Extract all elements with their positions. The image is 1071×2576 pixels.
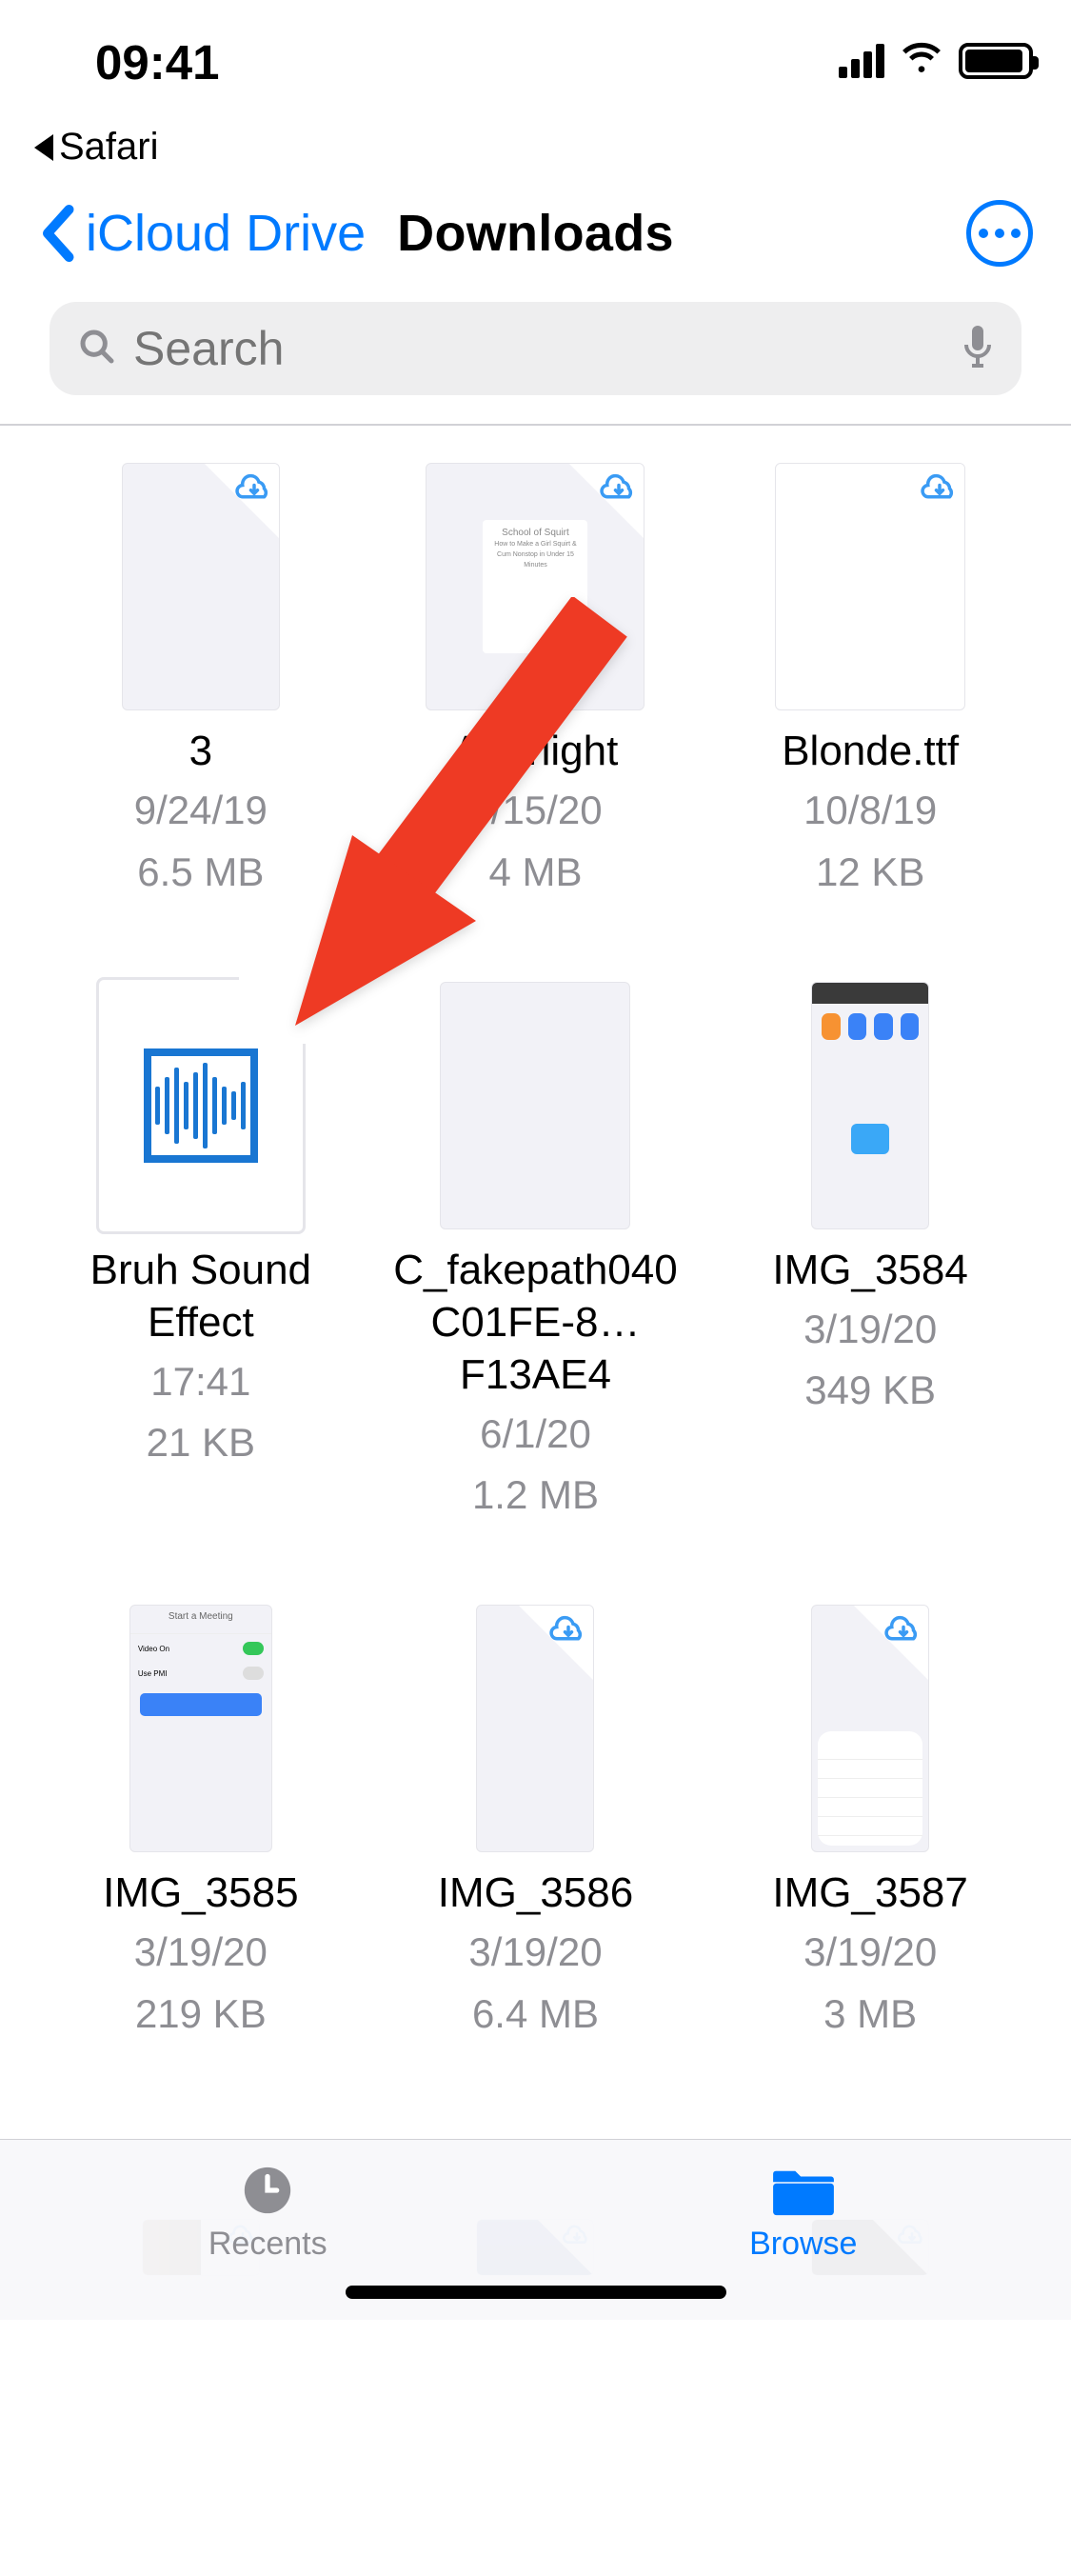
file-name: Blonde.ttf [782,725,959,777]
chevron-left-icon [38,205,76,262]
page-title: Downloads [397,204,674,263]
file-date: 6/1/20 [480,1407,591,1463]
search-field[interactable] [50,302,1021,395]
file-date: 17:41 [150,1354,250,1410]
clock-icon [233,2163,302,2218]
file-name: C_fakepath040C01FE-8…F13AE4 [392,1244,678,1401]
tab-label: Recents [208,2226,327,2263]
file-date: 3/19/20 [803,1302,937,1358]
back-app-label: Safari [59,126,159,169]
file-name: IMG_3586 [438,1867,633,1919]
file-size: 219 KB [135,1987,267,2043]
status-right [839,34,1033,83]
file-size: 3 MB [823,1987,917,2043]
cloud-download-icon [204,463,280,539]
file-size: 6.5 MB [137,845,264,901]
back-label: iCloud Drive [86,204,366,263]
file-size: 21 KB [147,1415,255,1471]
file-date: 3/19/20 [468,1925,602,1981]
back-to-app-button[interactable]: Safari [0,126,1071,176]
file-name: IMG_3584 [772,1244,967,1296]
back-button[interactable]: iCloud Drive [38,204,366,263]
home-indicator[interactable] [346,2286,726,2299]
file-size: 6.4 MB [472,1987,599,2043]
file-date: 3/19/20 [134,1925,268,1981]
file-item[interactable]: Blonde.ttf 10/8/19 12 KB [707,458,1033,901]
microphone-icon[interactable] [962,324,993,374]
cloud-download-icon [853,1605,929,1681]
file-name: IMG_3587 [772,1867,967,1919]
file-date: 3/19/20 [803,1925,937,1981]
file-name: 3 [189,725,212,777]
folder-icon [769,2163,838,2218]
cloud-download-icon [568,463,645,539]
file-date: 9/24/19 [134,783,268,839]
battery-icon [959,43,1033,79]
status-time: 09:41 [38,34,219,90]
file-size: 349 KB [804,1363,936,1419]
file-name: Bruh Sound Effect [58,1244,344,1348]
tab-bar: Recents Browse [0,2139,1071,2320]
cellular-icon [839,44,884,78]
back-triangle-icon [34,134,53,161]
cloud-download-icon [889,463,965,539]
file-name: IMG_3585 [103,1867,298,1919]
file-item[interactable]: IMG_3584 3/19/20 349 KB [707,977,1033,1525]
wifi-icon [902,38,942,83]
file-item[interactable]: IMG_3587 3/19/20 3 MB [707,1600,1033,2043]
tab-label: Browse [749,2226,857,2263]
more-options-button[interactable] [966,200,1033,267]
file-size: 12 KB [816,845,924,901]
file-size: 1.2 MB [472,1468,599,1524]
file-item[interactable]: Start a Meeting Video On Use PMI IMG_358… [38,1600,364,2043]
search-container [0,290,1071,424]
file-date: 10/8/19 [803,783,937,839]
file-item[interactable]: IMG_3586 3/19/20 6.4 MB [373,1600,699,2043]
annotation-arrow [257,597,657,1097]
search-input[interactable] [133,321,945,376]
status-bar: 09:41 [0,0,1071,126]
nav-bar: iCloud Drive Downloads [0,176,1071,290]
cloud-download-icon [518,1605,594,1681]
search-icon [78,328,116,370]
